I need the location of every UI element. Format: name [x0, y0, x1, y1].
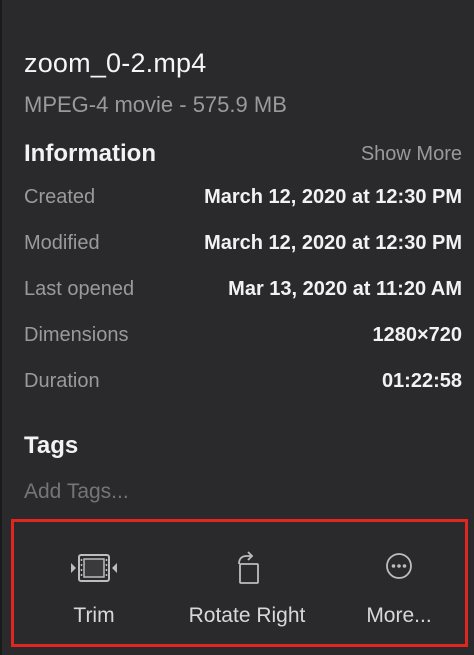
more-label: More...: [366, 604, 432, 627]
information-header: Information Show More: [24, 140, 464, 170]
rotate-right-button[interactable]: Rotate Right: [174, 522, 320, 644]
add-tags-input[interactable]: [24, 478, 324, 506]
quick-actions-bar: Trim Rotate Right More...: [11, 519, 468, 647]
info-value: Mar 13, 2020 at 11:20 AM: [228, 278, 462, 300]
info-value: 1280×720: [372, 324, 462, 346]
trim-button[interactable]: Trim: [44, 522, 144, 644]
info-row-duration: Duration 01:22:58: [24, 366, 464, 412]
info-row-modified: Modified March 12, 2020 at 12:30 PM: [24, 228, 464, 274]
more-button[interactable]: More...: [344, 522, 454, 644]
rotate-right-icon: [222, 550, 272, 586]
info-label: Last opened: [24, 278, 135, 300]
info-row-last-opened: Last opened Mar 13, 2020 at 11:20 AM: [24, 274, 464, 320]
trim-label: Trim: [73, 604, 115, 627]
info-label: Modified: [24, 232, 100, 254]
info-label: Duration: [24, 370, 100, 392]
info-row-dimensions: Dimensions 1280×720: [24, 320, 464, 366]
tags-title: Tags: [24, 432, 79, 459]
file-name: zoom_0-2.mp4: [24, 48, 207, 78]
file-kind-size: MPEG-4 movie - 575.9 MB: [24, 92, 287, 117]
info-label: Dimensions: [24, 324, 129, 346]
info-row-created: Created March 12, 2020 at 12:30 PM: [24, 182, 464, 228]
rotate-right-label: Rotate Right: [188, 604, 306, 627]
info-label: Created: [24, 186, 96, 208]
info-value: 01:22:58: [381, 370, 462, 392]
ellipsis-circle-icon: [374, 550, 424, 586]
show-more-button[interactable]: Show More: [361, 143, 462, 166]
information-list: Created March 12, 2020 at 12:30 PM Modif…: [24, 182, 464, 412]
film-trim-icon: [69, 550, 119, 586]
info-value: March 12, 2020 at 12:30 PM: [204, 232, 462, 254]
info-panel: zoom_0-2.mp4 MPEG-4 movie - 575.9 MB Inf…: [0, 0, 474, 655]
info-value: March 12, 2020 at 12:30 PM: [204, 186, 462, 208]
information-title: Information: [24, 140, 156, 167]
